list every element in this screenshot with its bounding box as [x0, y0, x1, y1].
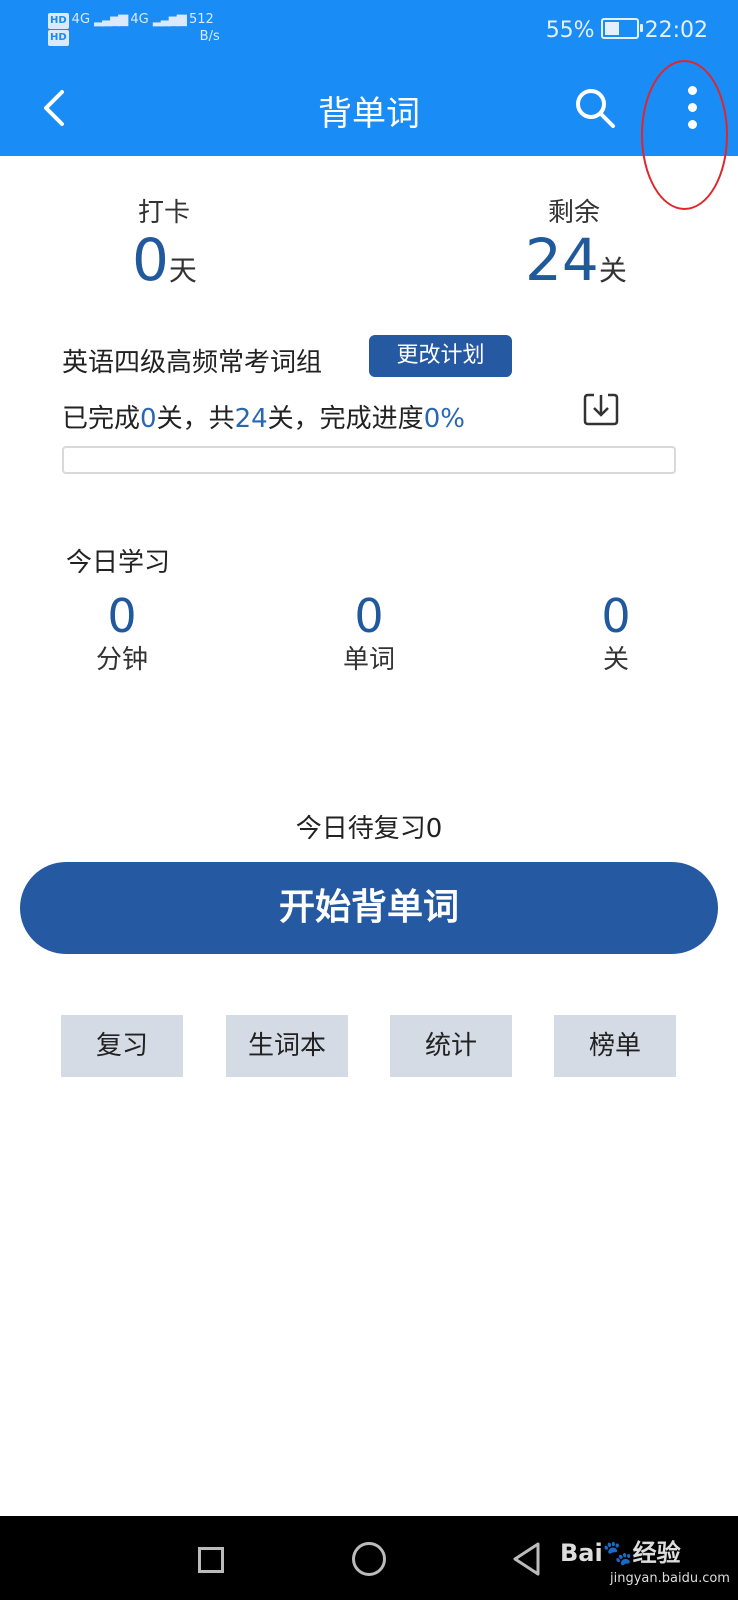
battery-percent: 55%: [545, 18, 595, 43]
progress-bar: [62, 446, 676, 474]
system-back-icon[interactable]: [510, 1541, 544, 1577]
vocab-book-button[interactable]: 生词本: [226, 1015, 348, 1077]
today-words-value: 0: [354, 589, 384, 643]
today-minutes-label: 分钟: [95, 645, 148, 675]
battery-level: [604, 22, 619, 35]
today-title: 今日学习: [66, 548, 171, 578]
net-speed-unit: B/s: [199, 29, 220, 44]
network-type-1: 4G: [71, 12, 91, 27]
review-button[interactable]: 复习: [61, 1015, 183, 1077]
remaining-stat: 24关: [525, 226, 627, 294]
statistics-button[interactable]: 统计: [390, 1015, 512, 1077]
remaining-label: 剩余: [547, 198, 600, 228]
remaining-value: 24: [525, 226, 599, 294]
signal-icon: ▂▃▅▆: [94, 12, 128, 27]
today-stat-words: 0 单词: [299, 590, 439, 678]
today-minutes-value: 0: [107, 589, 137, 643]
ranking-button[interactable]: 榜单: [554, 1015, 676, 1077]
home-icon[interactable]: [352, 1542, 386, 1576]
recent-apps-icon[interactable]: [198, 1547, 224, 1573]
progress-unit-2: 关，完成进度: [267, 404, 424, 434]
remaining-unit: 关: [598, 254, 627, 287]
progress-unit-1: 关，共: [156, 404, 235, 434]
today-stat-levels: 0 关: [546, 590, 686, 678]
signal-icon-2: ▂▃▅▆: [152, 12, 187, 27]
start-memorize-button[interactable]: 开始背单词: [20, 862, 718, 954]
hd-badge-1: HD: [48, 13, 69, 29]
progress-percent: 0%: [423, 404, 465, 434]
review-pending-text: 今日待复习0: [295, 814, 443, 844]
checkin-unit: 天: [168, 254, 197, 287]
app-header: HD 4G ▂▃▅▆ 4G ▂▃▅▆ 512 HD B/s 55% 22:02 背单词: [0, 0, 738, 156]
completed-count: 0: [140, 404, 157, 434]
checkin-stat: 0天: [132, 226, 197, 294]
annotation-circle: [641, 60, 728, 210]
checkin-label: 打卡: [137, 198, 190, 228]
watermark-brand-2: 经验: [632, 1539, 681, 1567]
net-speed: 512: [188, 12, 214, 27]
download-icon[interactable]: [582, 390, 620, 428]
search-icon[interactable]: [573, 86, 617, 130]
change-plan-button[interactable]: 更改计划: [369, 335, 512, 377]
today-words-label: 单词: [342, 645, 395, 675]
today-levels-value: 0: [601, 589, 631, 643]
today-levels-label: 关: [602, 645, 629, 675]
progress-prefix: 已完成: [62, 404, 141, 434]
battery-icon: [600, 18, 643, 39]
progress-text: 已完成0关，共24关，完成进度0%: [62, 398, 465, 435]
baidu-watermark: Bai🐾经验: [560, 1540, 681, 1566]
paw-icon: 🐾: [602, 1539, 633, 1567]
watermark-url: jingyan.baidu.com: [610, 1571, 730, 1586]
hd-badge-2: HD: [48, 30, 69, 46]
watermark-brand: Bai: [560, 1539, 603, 1567]
clock: 22:02: [644, 18, 708, 43]
checkin-value: 0: [132, 226, 169, 294]
plan-name: 英语四级高频常考词组: [62, 348, 323, 378]
total-count: 24: [234, 404, 268, 434]
page-title: 背单词: [318, 94, 420, 134]
status-bar-left: HD 4G ▂▃▅▆ 4G ▂▃▅▆ 512 HD B/s: [48, 12, 220, 46]
today-stat-minutes: 0 分钟: [52, 590, 192, 678]
network-type-2: 4G: [130, 12, 149, 27]
status-bar-right: 55% 22:02: [546, 18, 708, 43]
